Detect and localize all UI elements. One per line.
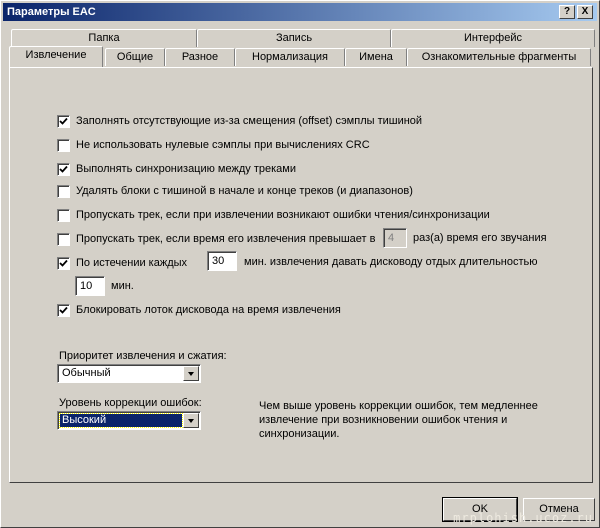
chevron-down-icon[interactable]: [183, 366, 199, 381]
close-icon: X: [581, 6, 589, 17]
eac-options-dialog: Параметры EAC ? X Папка Запись Интерфейс…: [0, 0, 600, 528]
option-remove-silence[interactable]: Удалять блоки с тишиной в начале и конце…: [57, 183, 413, 199]
skip-time-multiplier-input[interactable]: 4: [383, 228, 407, 248]
checkbox[interactable]: [57, 114, 70, 128]
tab-folder[interactable]: Папка: [11, 29, 197, 47]
tab-misc-label: Разное: [181, 51, 219, 63]
tab-names-label: Имена: [359, 51, 393, 63]
correction-label: Уровень коррекции ошибок:: [59, 397, 202, 409]
tab-write-label: Запись: [275, 32, 313, 44]
tab-extraction[interactable]: Извлечение: [9, 46, 103, 67]
option-label: Пропускать трек, если при извлечении воз…: [76, 209, 490, 221]
tab-normalization-label: Нормализация: [252, 51, 328, 63]
checkbox[interactable]: [57, 256, 70, 270]
rest-interval-text: мин. извлечения давать дисководу отдых д…: [244, 256, 538, 268]
checkbox[interactable]: [57, 303, 70, 317]
tab-previews-label: Ознакомительные фрагменты: [421, 51, 577, 63]
rest-duration-input[interactable]: 10: [75, 276, 105, 296]
option-rest-drive[interactable]: По истечении каждых: [57, 255, 187, 271]
tab-general[interactable]: Общие: [105, 48, 165, 66]
tab-interface[interactable]: Интерфейс: [391, 29, 595, 47]
chevron-down-icon[interactable]: [183, 413, 199, 428]
check-icon: [59, 117, 68, 125]
close-button[interactable]: X: [577, 5, 593, 19]
option-lock-tray[interactable]: Блокировать лоток дисковода на время изв…: [57, 302, 341, 318]
checkbox[interactable]: [57, 138, 70, 152]
checkbox[interactable]: [57, 162, 70, 176]
correction-hint: Чем выше уровень коррекции ошибок, тем м…: [259, 400, 538, 440]
check-icon: [59, 259, 68, 267]
option-label: Удалять блоки с тишиной в начале и конце…: [76, 185, 413, 197]
option-label: Не использовать нулевые сэмплы при вычис…: [76, 139, 370, 151]
option-fill-offset[interactable]: Заполнять отсутствующие из-за смещения (…: [57, 113, 422, 129]
title-bar[interactable]: Параметры EAC ? X: [3, 3, 597, 21]
watermark: mrplohish.ucoz.ru: [453, 511, 593, 525]
rest-duration-unit: мин.: [111, 280, 134, 292]
tab-extraction-label: Извлечение: [25, 49, 87, 61]
priority-value: Обычный: [62, 367, 111, 379]
tab-write[interactable]: Запись: [197, 29, 391, 47]
help-button[interactable]: ?: [559, 5, 575, 19]
help-icon: ?: [563, 6, 571, 17]
window-title: Параметры EAC: [7, 6, 96, 18]
option-skip-on-time[interactable]: Пропускать трек, если время его извлечен…: [57, 231, 376, 247]
option-label: Заполнять отсутствующие из-за смещения (…: [76, 115, 423, 127]
option-label: Пропускать трек, если время его извлечен…: [76, 233, 376, 245]
option-sync-tracks[interactable]: Выполнять синхронизацию между треками: [57, 161, 296, 177]
option-label: По истечении каждых: [76, 257, 188, 269]
checkbox[interactable]: [57, 232, 70, 246]
option-label: Выполнять синхронизацию между треками: [76, 163, 296, 175]
tab-misc[interactable]: Разное: [165, 48, 235, 66]
check-icon: [59, 165, 68, 173]
correction-select[interactable]: Высокий: [57, 411, 201, 430]
option-skip-on-errors[interactable]: Пропускать трек, если при извлечении воз…: [57, 207, 490, 223]
correction-value: Высокий: [59, 413, 183, 428]
tab-general-label: Общие: [116, 51, 154, 63]
check-icon: [59, 306, 68, 314]
tab-previews[interactable]: Ознакомительные фрагменты: [407, 48, 591, 66]
skip-time-suffix: раз(а) время его звучания: [413, 232, 547, 244]
option-label: Блокировать лоток дисковода на время изв…: [76, 304, 341, 316]
checkbox[interactable]: [57, 208, 70, 222]
option-no-zero-crc[interactable]: Не использовать нулевые сэмплы при вычис…: [57, 137, 370, 153]
priority-label: Приоритет извлечения и сжатия:: [59, 350, 227, 362]
checkbox[interactable]: [57, 184, 70, 198]
tab-normalization[interactable]: Нормализация: [235, 48, 345, 66]
tab-interface-label: Интерфейс: [464, 32, 522, 44]
rest-interval-input[interactable]: 30: [207, 251, 237, 271]
tab-folder-label: Папка: [88, 32, 120, 44]
priority-select[interactable]: Обычный: [57, 364, 201, 383]
tab-names[interactable]: Имена: [345, 48, 407, 66]
